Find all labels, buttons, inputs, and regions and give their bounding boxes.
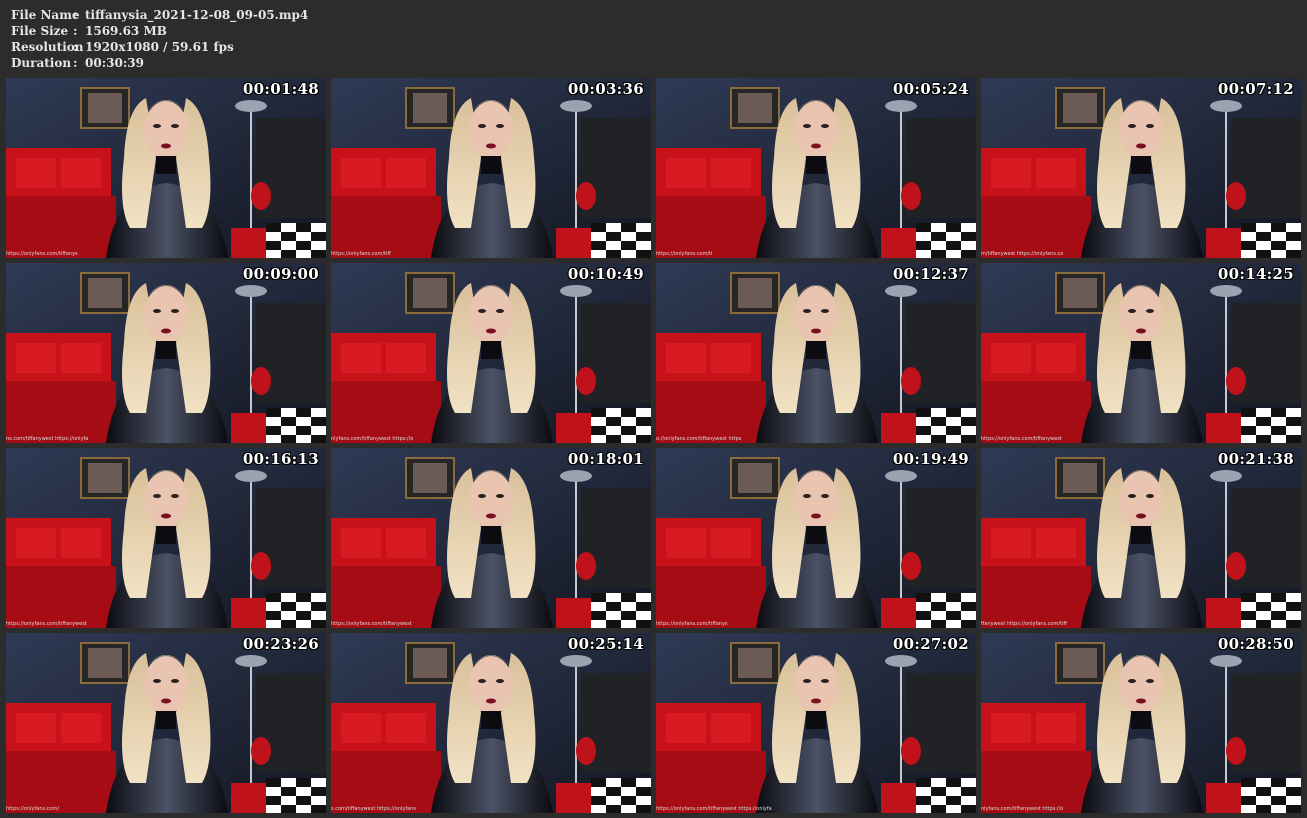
resolution-label: Resolution (11, 40, 84, 54)
thumbnail-timestamp: 00:21:38 (1217, 450, 1294, 468)
video-frame-image (656, 448, 976, 628)
video-frame-image (6, 448, 326, 628)
file-name-row: File Name : tiffanysia_2021-12-08_09-05.… (11, 7, 308, 23)
file-info-panel: File Name : tiffanysia_2021-12-08_09-05.… (11, 7, 308, 71)
thumbnail-timestamp: 00:25:14 (567, 635, 644, 653)
thumbnail-watermark: nlyfans.com/tiffanywest https://o (331, 436, 414, 442)
thumbnail-timestamp: 00:05:24 (892, 80, 969, 98)
thumbnail-12: 00:21:38 ffanywest https://onlyfans.com/t… (981, 448, 1301, 628)
thumbnail-16: 00:28:50 nlyfans.com/tiffanywest https://… (981, 633, 1301, 813)
thumbnail-watermark: o://onlyfans.com/tiffanywest https (656, 436, 742, 442)
thumbnail-5: 00:09:00 ns.com/tiffanywest https://onlyf… (6, 263, 326, 443)
thumbnail-watermark: https://onlyfans.com/tiffanywest (981, 436, 1062, 442)
thumbnail-9: 00:16:13 https://onlyfans.com/tiffanywest (6, 448, 326, 628)
resolution-row: Resolution : 1920x1080 / 59.61 fps (11, 39, 308, 55)
thumbnail-watermark: https://onlyfans.com/tiffanywest (6, 621, 87, 627)
separator: : (73, 24, 78, 38)
thumbnail-10: 00:18:01 https://onlyfans.com/tiffanywest (331, 448, 651, 628)
thumbnail-watermark: https://onlyfans.com/tiffanys (656, 621, 728, 627)
thumbnail-watermark: https://onlyfans.com/tiffanys (6, 251, 78, 257)
thumbnail-watermark: https://onlyfans.com/tiff (331, 251, 391, 257)
thumbnail-1: 00:01:48 https://onlyfans.com/tiffanys (6, 78, 326, 258)
video-frame-image (331, 263, 651, 443)
thumbnail-3: 00:05:24 https://onlyfans.com/ti (656, 78, 976, 258)
thumbnail-watermark: m/tiffanywest https://onlyfans.co (981, 251, 1064, 257)
file-size-label: File Size (11, 24, 69, 38)
separator: : (73, 40, 78, 54)
thumbnail-watermark: https://onlyfans.com/tiffanywest (331, 621, 412, 627)
thumbnail-timestamp: 00:28:50 (1217, 635, 1294, 653)
thumbnail-watermark: https://onlyfans.com/ti (656, 251, 713, 257)
thumbnail-timestamp: 00:14:25 (1217, 265, 1294, 283)
thumbnail-15: 00:27:02 https://onlyfans.com/tiffanywest… (656, 633, 976, 813)
thumbnail-watermark: ns.com/tiffanywest https://onlyfa (6, 436, 89, 442)
thumbnail-watermark: nlyfans.com/tiffanywest https://o (981, 806, 1064, 812)
thumbnail-watermark: https://onlyfans.com/tiffanywest https:/… (656, 806, 772, 812)
video-frame-image (981, 448, 1301, 628)
separator: : (73, 56, 78, 70)
video-frame-image (6, 633, 326, 813)
file-size-row: File Size : 1569.63 MB (11, 23, 308, 39)
thumbnail-4: 00:07:12 m/tiffanywest https://onlyfans.c… (981, 78, 1301, 258)
file-size-value: 1569.63 MB (85, 24, 167, 38)
thumbnail-watermark: https://onlyfans.com/ (6, 806, 60, 812)
thumbnail-watermark: ffanywest https://onlyfans.com/tiff (981, 621, 1067, 627)
thumbnail-grid: 00:01:48 https://onlyfans.com/tiffanys 0… (6, 78, 1301, 813)
file-name-label: File Name (11, 8, 80, 22)
duration-row: Duration : 00:30:39 (11, 55, 308, 71)
video-frame-image (6, 78, 326, 258)
separator: : (73, 8, 78, 22)
thumbnail-timestamp: 00:23:26 (242, 635, 319, 653)
video-frame-image (981, 633, 1301, 813)
thumbnail-7: 00:12:37 o://onlyfans.com/tiffanywest htt… (656, 263, 976, 443)
thumbnail-timestamp: 00:16:13 (242, 450, 319, 468)
thumbnail-8: 00:14:25 https://onlyfans.com/tiffanywest (981, 263, 1301, 443)
video-frame-image (656, 633, 976, 813)
video-frame-image (981, 78, 1301, 258)
thumbnail-watermark: s.com/tiffanywest https://onlyfans (331, 806, 416, 812)
thumbnail-timestamp: 00:03:36 (567, 80, 644, 98)
thumbnail-timestamp: 00:12:37 (892, 265, 969, 283)
thumbnail-timestamp: 00:19:49 (892, 450, 969, 468)
thumbnail-2: 00:03:36 https://onlyfans.com/tiff (331, 78, 651, 258)
video-frame-image (656, 78, 976, 258)
video-frame-image (981, 263, 1301, 443)
duration-value: 00:30:39 (85, 56, 144, 70)
thumbnail-timestamp: 00:27:02 (892, 635, 969, 653)
thumbnail-timestamp: 00:01:48 (242, 80, 319, 98)
video-frame-image (331, 448, 651, 628)
duration-label: Duration (11, 56, 72, 70)
thumbnail-13: 00:23:26 https://onlyfans.com/ (6, 633, 326, 813)
file-name-value: tiffanysia_2021-12-08_09-05.mp4 (85, 8, 309, 22)
resolution-value: 1920x1080 / 59.61 fps (85, 40, 234, 54)
video-frame-image (656, 263, 976, 443)
thumbnail-timestamp: 00:10:49 (567, 265, 644, 283)
thumbnail-6: 00:10:49 nlyfans.com/tiffanywest https://… (331, 263, 651, 443)
thumbnail-timestamp: 00:18:01 (567, 450, 644, 468)
thumbnail-timestamp: 00:07:12 (1217, 80, 1294, 98)
video-frame-image (331, 633, 651, 813)
thumbnail-timestamp: 00:09:00 (242, 265, 319, 283)
thumbnail-14: 00:25:14 s.com/tiffanywest https://onlyfa… (331, 633, 651, 813)
video-frame-image (6, 263, 326, 443)
video-frame-image (331, 78, 651, 258)
thumbnail-11: 00:19:49 https://onlyfans.com/tiffanys (656, 448, 976, 628)
